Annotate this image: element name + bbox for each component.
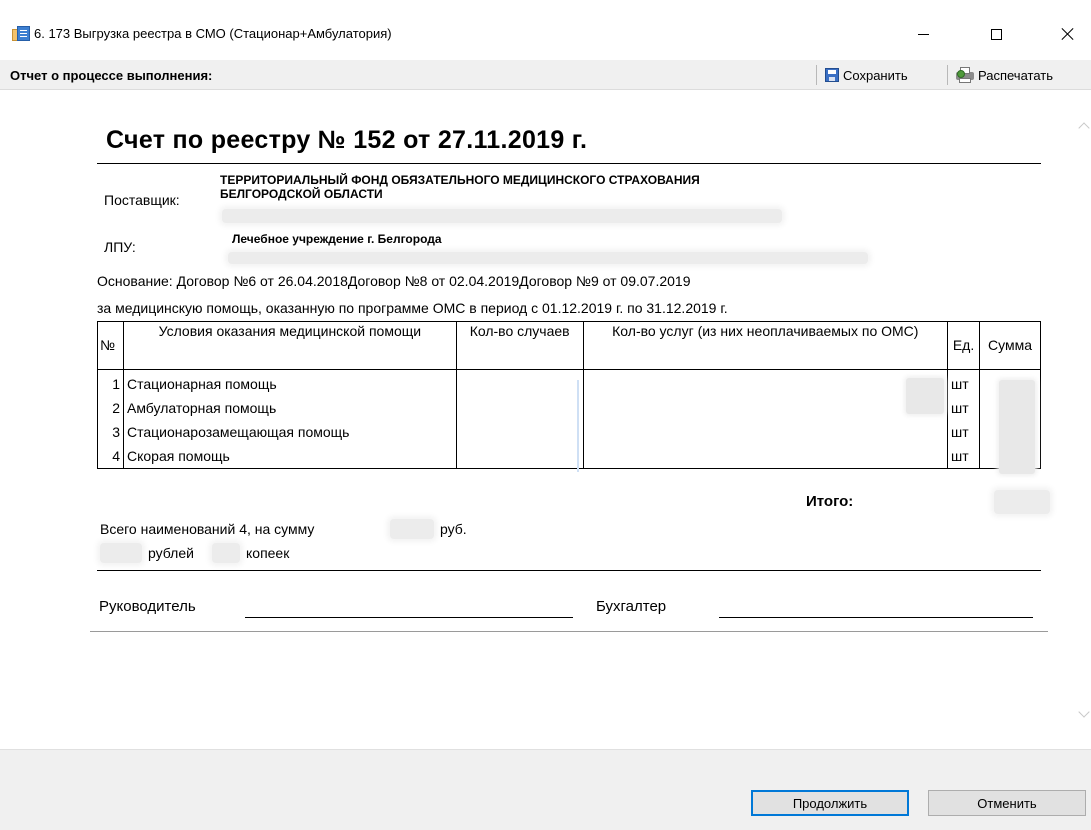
supplier-address-redacted xyxy=(222,209,782,223)
floppy-disk-icon xyxy=(825,68,839,82)
row-unit: шт xyxy=(947,420,981,444)
save-button[interactable]: Сохранить xyxy=(822,64,911,86)
column-header-sum: Сумма xyxy=(979,321,1041,370)
column-header-conditions: Условия оказания медицинской помощи xyxy=(122,321,457,370)
title-divider xyxy=(97,163,1041,164)
row-unit: шт xyxy=(947,396,981,420)
minimize-button[interactable] xyxy=(900,18,946,50)
minimize-icon xyxy=(917,33,929,35)
continue-button[interactable]: Продолжить xyxy=(751,790,909,816)
close-icon xyxy=(1061,27,1075,41)
contract-basis: Основание: Договор №6 от 26.04.2018Догов… xyxy=(97,273,691,289)
scroll-down-arrow-icon[interactable] xyxy=(1078,708,1088,722)
row-unit: шт xyxy=(947,444,981,469)
rubles-amount-redacted xyxy=(100,543,142,563)
summary-suffix: руб. xyxy=(440,521,467,537)
report-toolbar: Отчет о процессе выполнения: Сохранить Р… xyxy=(0,60,1091,90)
head-signature-line xyxy=(245,617,573,618)
print-button[interactable]: Распечатать xyxy=(953,64,1056,86)
column-header-cases: Кол-во случаев xyxy=(455,321,584,370)
lpu-address-redacted xyxy=(228,252,868,264)
accountant-signature-label: Бухгалтер xyxy=(596,598,667,615)
summary-amount-redacted xyxy=(390,519,434,539)
close-button[interactable] xyxy=(1045,18,1091,50)
total-value-redacted xyxy=(994,490,1050,514)
save-button-label: Сохранить xyxy=(843,67,908,83)
maximize-button[interactable] xyxy=(973,18,1019,50)
supplier-label: Поставщик: xyxy=(104,192,180,208)
maximize-icon xyxy=(990,28,1002,40)
row-cases xyxy=(455,420,584,444)
services-table: № Условия оказания медицинской помощи Ко… xyxy=(97,321,1041,469)
window-titlebar: 6. 173 Выгрузка реестра в СМО (Стационар… xyxy=(0,0,1091,66)
row-condition: Скорая помощь xyxy=(122,444,457,469)
table-row: 3 Стационарозамещающая помощь шт xyxy=(97,420,1041,444)
cases-redacted xyxy=(577,380,579,472)
row-condition: Стационарная помощь xyxy=(122,369,457,396)
supplier-name-line2: БЕЛГОРОДСКОЙ ОБЛАСТИ xyxy=(220,187,383,201)
scroll-up-arrow-icon[interactable] xyxy=(1078,120,1088,134)
kopecks-word: копеек xyxy=(246,545,290,561)
row-cases xyxy=(455,444,584,469)
sum-column-redacted xyxy=(999,380,1035,474)
row-number: 3 xyxy=(97,420,124,444)
printer-icon xyxy=(956,67,974,83)
head-signature-label: Руководитель xyxy=(99,598,196,615)
document-title: Счет по реестру № 152 от 27.11.2019 г. xyxy=(106,126,588,154)
summary-divider xyxy=(97,570,1041,571)
row-services xyxy=(582,396,949,420)
column-header-unit: Ед. xyxy=(947,321,981,370)
column-header-num: № xyxy=(97,321,124,370)
row-number: 2 xyxy=(97,396,124,420)
services-redacted xyxy=(906,378,944,414)
row-cases xyxy=(455,369,584,396)
total-label: Итого: xyxy=(806,493,854,510)
row-condition: Амбулаторная помощь xyxy=(122,396,457,420)
print-button-label: Распечатать xyxy=(978,67,1054,83)
toolbar-label: Отчет о процессе выполнения: xyxy=(10,68,213,83)
toolbar-separator xyxy=(947,65,948,85)
row-unit: шт xyxy=(947,369,981,396)
service-period: за медицинскую помощь, оказанную по прог… xyxy=(97,300,728,316)
column-header-services: Кол-во услуг (из них неоплачиваемых по О… xyxy=(582,321,949,370)
row-services xyxy=(582,420,949,444)
supplier-name-line1: ТЕРРИТОРИАЛЬНЫЙ ФОНД ОБЯЗАТЕЛЬНОГО МЕДИЦ… xyxy=(220,173,700,187)
row-condition: Стационарозамещающая помощь xyxy=(122,420,457,444)
table-row: 4 Скорая помощь шт xyxy=(97,444,1041,469)
kopecks-amount-redacted xyxy=(212,543,240,563)
row-services xyxy=(582,444,949,469)
row-number: 4 xyxy=(97,444,124,469)
lpu-name: Лечебное учреждение г. Белгорода xyxy=(232,232,442,246)
lpu-label: ЛПУ: xyxy=(104,239,136,255)
row-cases xyxy=(455,396,584,420)
window-title: 6. 173 Выгрузка реестра в СМО (Стационар… xyxy=(34,26,392,41)
row-services xyxy=(582,369,949,396)
report-window-icon xyxy=(12,26,30,42)
page-bottom-divider xyxy=(90,631,1048,632)
cancel-button[interactable]: Отменить xyxy=(928,790,1086,816)
row-number: 1 xyxy=(97,369,124,396)
toolbar-separator xyxy=(816,65,817,85)
rubles-word: рублей xyxy=(148,545,194,561)
table-row: 1 Стационарная помощь шт xyxy=(97,369,1041,396)
table-row: 2 Амбулаторная помощь шт xyxy=(97,396,1041,420)
summary-prefix: Всего наименований 4, на сумму xyxy=(100,521,315,537)
accountant-signature-line xyxy=(719,617,1033,618)
